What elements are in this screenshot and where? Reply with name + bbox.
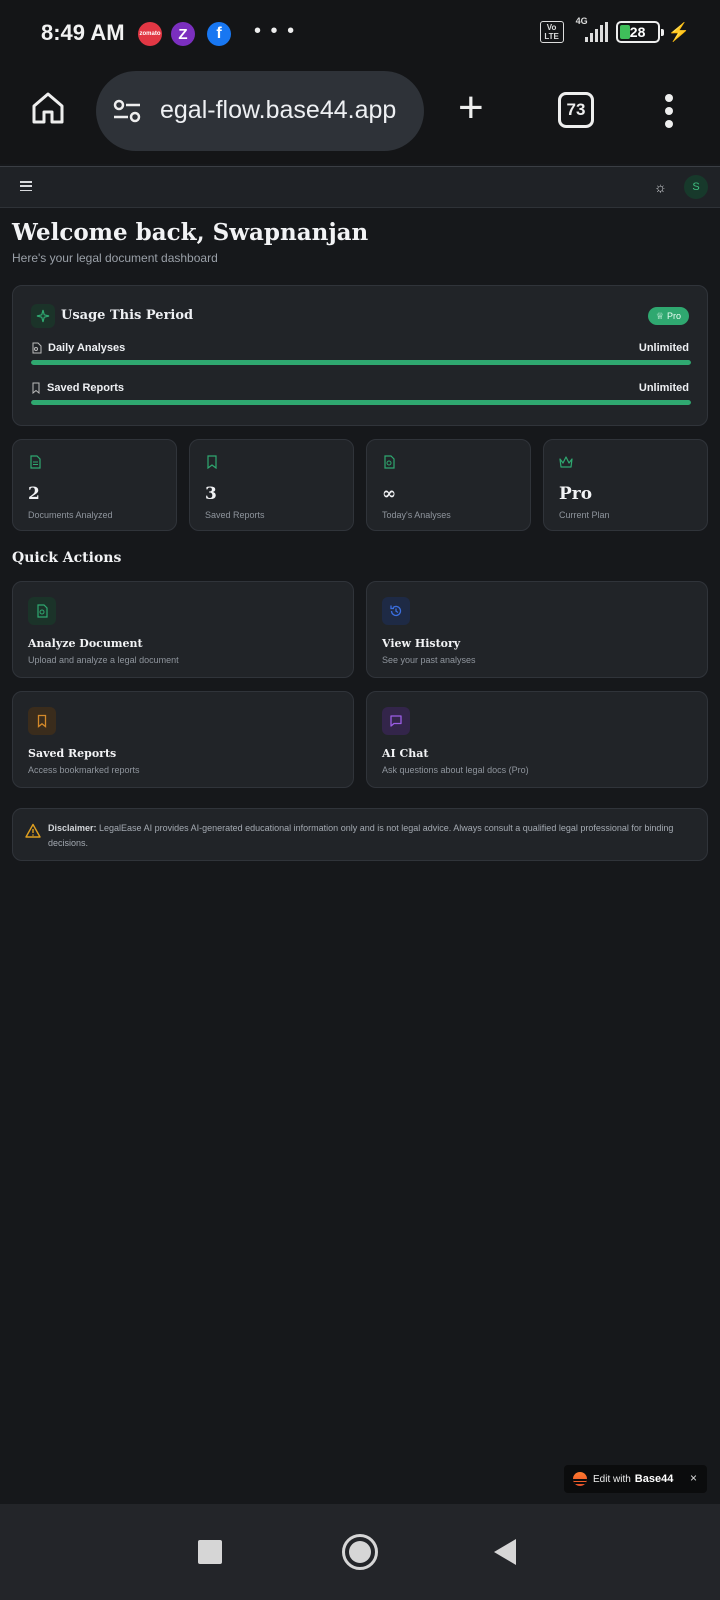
analyze-document-button[interactable]: Analyze Document Upload and analyze a le… (12, 581, 354, 678)
usage-row-label: Daily Analyses (48, 342, 126, 354)
close-icon[interactable]: × (690, 1471, 697, 1485)
stat-label: Current Plan (559, 510, 610, 520)
action-title: AI Chat (382, 747, 429, 760)
signal-icon: 4G (572, 16, 608, 44)
disclaimer-body: LegalEase AI provides AI-generated educa… (48, 823, 674, 848)
stat-value: Pro (559, 484, 593, 504)
file-search-icon (28, 597, 56, 625)
base44-logo-icon (573, 1472, 587, 1486)
stat-label: Today's Analyses (382, 510, 451, 520)
usage-row-label: Saved Reports (47, 382, 125, 394)
stat-card-current-plan: Pro Current Plan (543, 439, 708, 531)
address-bar[interactable]: egal-flow.base44.app (96, 71, 424, 151)
battery-icon: 28 (615, 21, 664, 43)
action-desc: Upload and analyze a legal document (28, 655, 179, 665)
more-notifications-icon: • • • (254, 20, 297, 42)
avatar[interactable]: S (684, 175, 708, 199)
progress-fill (31, 400, 691, 405)
daily-analyses-progress (31, 360, 691, 365)
tab-switcher-button[interactable]: 73 (558, 92, 594, 128)
ai-chat-button[interactable]: AI Chat Ask questions about legal docs (… (366, 691, 708, 788)
back-button[interactable] (494, 1539, 516, 1565)
disclaimer-text: Disclaimer: LegalEase AI provides AI-gen… (48, 821, 688, 851)
pro-badge: ♕ Pro (647, 307, 689, 325)
status-bar: 8:49 AM zomato Z f • • • Vo LTE 4G 28 ⚡ (0, 0, 720, 68)
stat-card-documents: 2 Documents Analyzed (12, 439, 177, 531)
browser-toolbar: egal-flow.base44.app + 73 (0, 68, 720, 164)
disclaimer-banner: Disclaimer: LegalEase AI provides AI-gen… (12, 808, 708, 861)
home-button[interactable] (342, 1534, 378, 1570)
usage-row-value: Unlimited (638, 382, 689, 394)
stat-card-todays-analyses: ∞ Today's Analyses (366, 439, 531, 531)
facebook-icon: f (207, 22, 231, 46)
page-title: Welcome back, Swapnanjan (12, 219, 369, 246)
bookmark-icon (207, 455, 217, 469)
crown-icon: ♕ (655, 310, 664, 321)
home-icon[interactable] (30, 90, 66, 126)
usage-row-value: Unlimited (638, 342, 689, 354)
battery-percent: 28 (629, 24, 646, 40)
site-settings-icon[interactable] (112, 98, 142, 124)
crown-icon (559, 456, 573, 468)
hamburger-icon[interactable] (20, 181, 32, 191)
saved-reports-progress (31, 400, 691, 405)
action-desc: Access bookmarked reports (28, 765, 140, 775)
document-icon (30, 455, 41, 469)
stat-value: ∞ (382, 484, 397, 504)
stat-value: 2 (28, 484, 40, 504)
system-nav-bar (0, 1504, 720, 1600)
pro-badge-label: Pro (666, 311, 681, 321)
view-history-button[interactable]: View History See your past analyses (366, 581, 708, 678)
zomato-icon: zomato (138, 22, 162, 46)
action-title: Saved Reports (28, 747, 117, 760)
bolt-icon: ⚡ (667, 21, 690, 42)
stat-label: Documents Analyzed (28, 510, 113, 520)
saved-reports-button[interactable]: Saved Reports Access bookmarked reports (12, 691, 354, 788)
action-desc: Ask questions about legal docs (Pro) (382, 765, 529, 775)
warning-icon (25, 823, 41, 838)
bookmark-icon (32, 382, 40, 394)
app-header: ☼ S (0, 166, 720, 208)
edit-with-label: Edit with (593, 1473, 631, 1485)
base44-brand: Base44 (634, 1473, 674, 1485)
history-icon (382, 597, 410, 625)
edit-with-base44-banner[interactable]: Edit with Base44 × (564, 1465, 707, 1493)
chat-icon (382, 707, 410, 735)
page-subtitle: Here's your legal document dashboard (12, 251, 218, 265)
action-desc: See your past analyses (382, 655, 476, 665)
stat-label: Saved Reports (205, 510, 265, 520)
url-text[interactable]: egal-flow.base44.app (160, 96, 414, 125)
usage-card: Usage This Period ♕ Pro Daily Analyses U… (12, 285, 708, 426)
volte-icon: Vo LTE (539, 21, 564, 43)
disclaimer-label: Disclaimer: (48, 823, 97, 833)
bookmark-icon (28, 707, 56, 735)
usage-title: Usage This Period (61, 308, 194, 323)
kebab-menu-icon[interactable] (664, 94, 674, 128)
file-search-icon (32, 342, 42, 354)
sparkles-icon (31, 304, 55, 328)
plus-icon[interactable]: + (458, 86, 484, 130)
quick-actions-heading: Quick Actions (12, 550, 122, 566)
daily-analyses-label-row: Daily Analyses (31, 342, 125, 354)
file-search-icon (384, 455, 395, 469)
saved-reports-label-row: Saved Reports (31, 382, 124, 394)
zepto-icon: Z (171, 22, 195, 46)
clock: 8:49 AM (41, 20, 125, 45)
stat-card-saved-reports: 3 Saved Reports (189, 439, 354, 531)
sun-icon[interactable]: ☼ (654, 179, 667, 195)
stat-value: 3 (205, 484, 217, 504)
progress-fill (31, 360, 691, 365)
action-title: View History (382, 637, 461, 650)
action-title: Analyze Document (28, 637, 143, 650)
recents-button[interactable] (198, 1540, 222, 1564)
